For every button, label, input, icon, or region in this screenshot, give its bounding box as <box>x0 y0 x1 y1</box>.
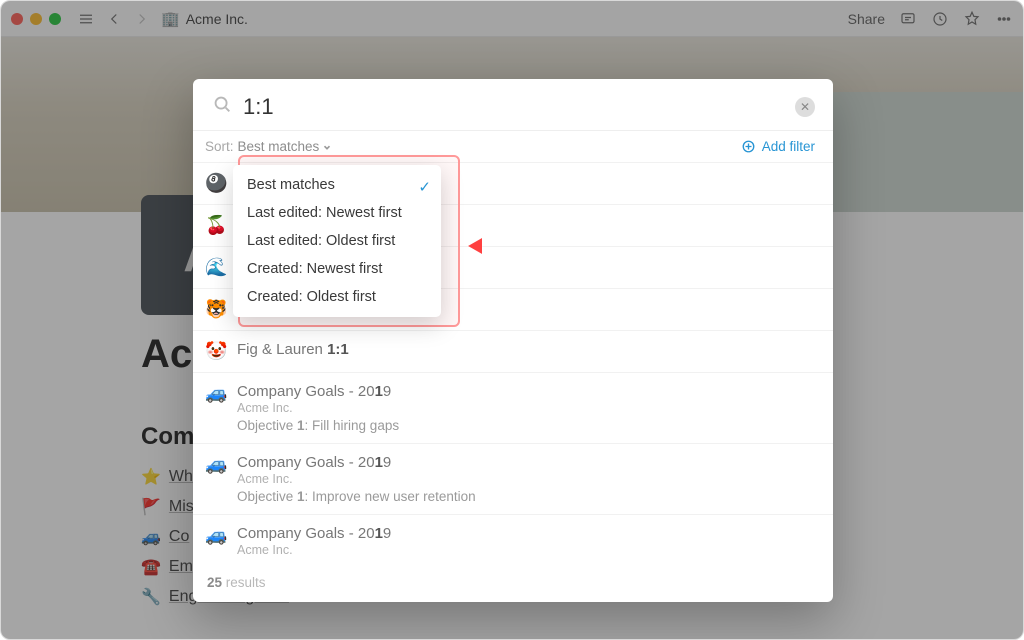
sort-dropdown-trigger[interactable]: Best matches <box>238 139 333 154</box>
result-emoji: 🌊 <box>205 257 227 278</box>
filter-icon <box>741 139 756 154</box>
chevron-down-icon <box>322 142 332 152</box>
result-emoji: 🐯 <box>205 299 227 320</box>
result-title: Fig & Lauren 1:1 <box>237 341 815 358</box>
search-result[interactable]: 🚙 Company Goals - 2019Acme Inc. <box>193 514 833 567</box>
result-emoji: 🚙 <box>205 383 227 433</box>
check-icon: ✓ <box>418 178 431 196</box>
search-result[interactable]: 🤡 Fig & Lauren 1:1 <box>193 330 833 372</box>
sort-option[interactable]: Best matches✓ <box>233 171 441 199</box>
sort-option[interactable]: Created: Oldest first <box>233 283 441 311</box>
result-emoji: 🚙 <box>205 525 227 557</box>
result-snippet: Objective 1: Improve new user retention <box>237 489 815 504</box>
search-result[interactable]: 🚙 Company Goals - 2019Acme Inc. Objective … <box>193 372 833 443</box>
result-emoji: 🎱 <box>205 173 227 194</box>
result-title: Company Goals - 2019 <box>237 383 815 400</box>
result-breadcrumb: Acme Inc. <box>237 401 815 415</box>
result-emoji: 🚙 <box>205 454 227 504</box>
search-icon <box>211 93 233 120</box>
results-count: 25 results <box>193 567 833 602</box>
add-filter-button[interactable]: Add filter <box>741 139 815 154</box>
search-result[interactable]: 🚙 Company Goals - 2019Acme Inc. Objective … <box>193 443 833 514</box>
sort-option[interactable]: Created: Newest first <box>233 255 441 283</box>
clear-search-icon[interactable]: ✕ <box>795 97 815 117</box>
search-modal: ✕ Sort: Best matches Add filter Best mat… <box>193 79 833 602</box>
search-input[interactable] <box>243 94 785 120</box>
sort-dropdown-menu: Best matches✓Last edited: Newest firstLa… <box>233 165 441 317</box>
result-title: Company Goals - 2019 <box>237 525 815 542</box>
result-emoji: 🍒 <box>205 215 227 236</box>
sort-option[interactable]: Last edited: Newest first <box>233 199 441 227</box>
sort-label: Sort: <box>205 139 234 154</box>
result-title: Company Goals - 2019 <box>237 454 815 471</box>
sort-option[interactable]: Last edited: Oldest first <box>233 227 441 255</box>
result-snippet: Objective 1: Fill hiring gaps <box>237 418 815 433</box>
result-breadcrumb: Acme Inc. <box>237 472 815 486</box>
result-emoji: 🤡 <box>205 341 227 362</box>
result-breadcrumb: Acme Inc. <box>237 543 815 557</box>
